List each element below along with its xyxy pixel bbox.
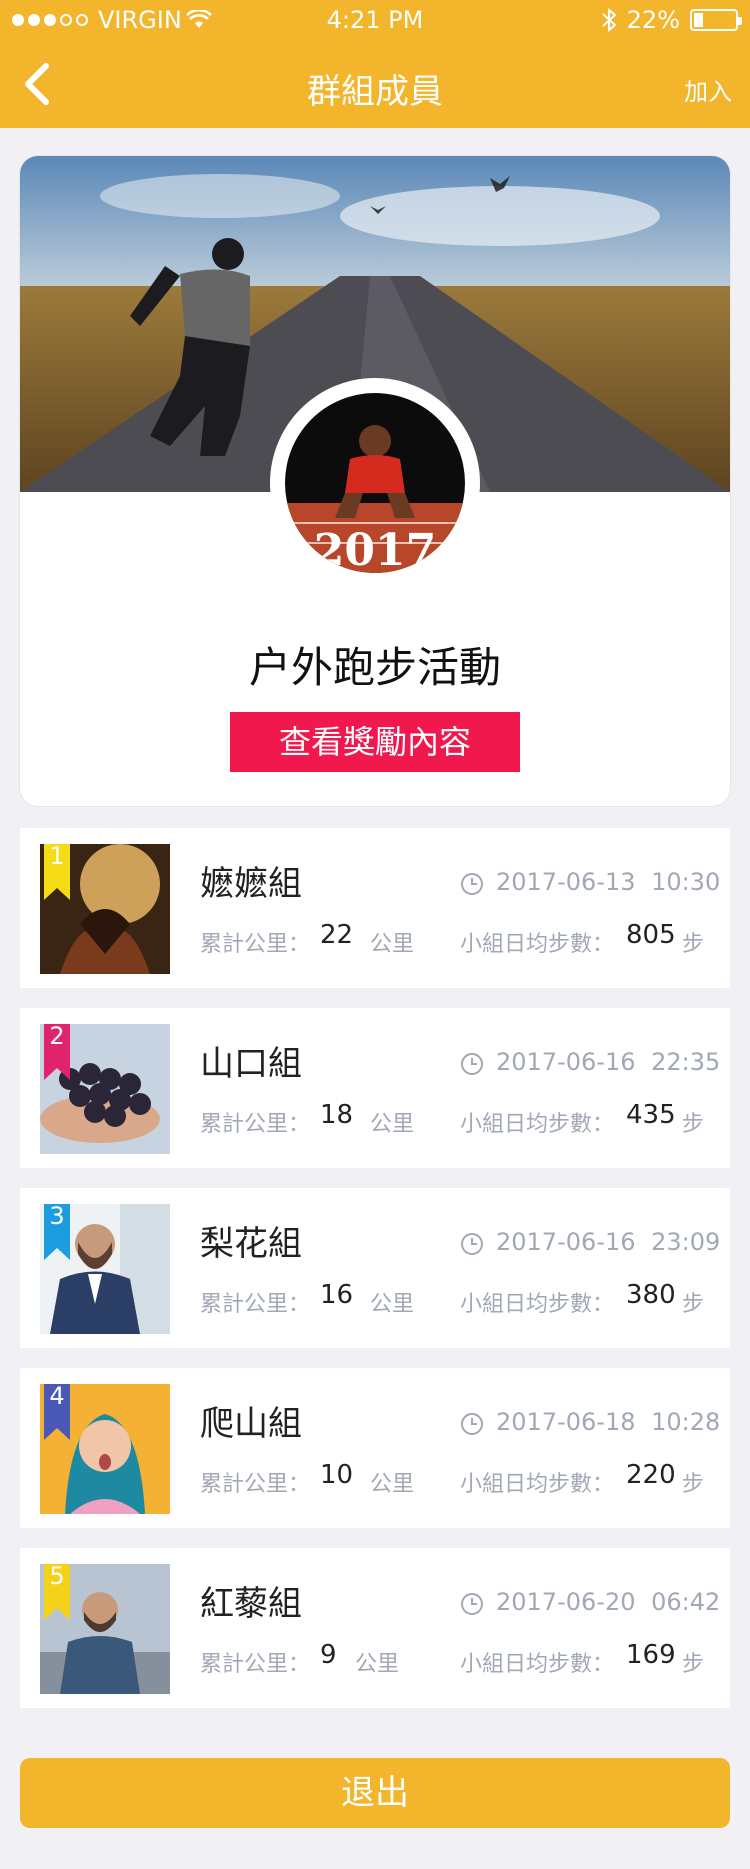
group-avatar[interactable]: 2017 [285,393,465,573]
group-profile-card: 2017 户外跑步活動 查看獎勵內容 [20,156,730,806]
km-label: 累計公里： [200,1112,311,1137]
km-unit: 公里 [370,1292,415,1317]
group-name: 户外跑步活動 [248,643,501,692]
km-value: 10 [320,1460,354,1490]
rank-number: 3 [49,1204,65,1230]
group-thumbnail: 2 [40,1024,170,1154]
km-unit: 公里 [370,932,415,957]
group-list-item[interactable]: 1 嬷嬷組 2017-06-13 10:30 累計公里： 22 公里 小組日均步… [20,828,730,988]
km-value: 9 [320,1640,337,1670]
group-name-label: 紅藜組 [200,1584,302,1624]
bluetooth-icon [601,8,617,32]
group-datetime: 2017-06-13 10:30 [496,868,721,896]
km-label: 累計公里： [200,1652,311,1677]
steps-value: 220 [626,1460,676,1490]
view-rewards-button[interactable]: 查看獎勵內容 [230,712,520,772]
steps-unit: 步 [682,932,705,957]
group-list-item[interactable]: 2 山口組 2017-06-16 22:35 累計公里： 18 公里 小組日均步… [20,1008,730,1168]
steps-value: 380 [626,1280,676,1310]
km-unit: 公里 [370,1112,415,1137]
rank-number: 1 [49,844,65,870]
join-button[interactable]: 加入 [684,72,732,107]
exit-button[interactable]: 退出 [20,1758,730,1828]
status-bar: VIRGIN 4:21 PM 22% [0,0,750,40]
km-unit: 公里 [355,1652,400,1677]
group-thumbnail: 3 [40,1204,170,1334]
steps-label: 小組日均步數： [460,1292,615,1317]
clock-icon [461,1593,483,1615]
group-thumbnail: 5 [40,1564,170,1694]
group-list-item[interactable]: 4 爬山組 2017-06-18 10:28 累計公里： 10 公里 小組日均步… [20,1368,730,1528]
group-name-label: 山口組 [200,1044,302,1084]
group-list-item[interactable]: 5 紅藜組 2017-06-20 06:42 累計公里： 9 公里 小組日均步數… [20,1548,730,1708]
steps-unit: 步 [682,1472,705,1497]
group-datetime: 2017-06-16 22:35 [496,1048,721,1076]
status-right: 22% [601,6,742,34]
top-header: VIRGIN 4:21 PM 22% 群組成員 加入 [0,0,750,128]
group-name-label: 爬山組 [200,1404,302,1444]
steps-unit: 步 [682,1292,705,1317]
steps-label: 小組日均步數： [460,1472,615,1497]
group-name-label: 梨花組 [200,1224,302,1264]
clock-icon [461,1413,483,1435]
group-datetime: 2017-06-20 06:42 [496,1588,721,1616]
steps-value: 435 [626,1100,676,1130]
km-value: 18 [320,1100,354,1130]
rank-number: 2 [49,1024,65,1050]
rank-number: 5 [49,1564,65,1590]
km-label: 累計公里： [200,932,311,957]
group-name-label: 嬷嬷組 [200,864,302,904]
group-thumbnail: 1 [40,844,170,974]
page-title: 群組成員 [307,72,443,112]
group-datetime: 2017-06-18 10:28 [496,1408,721,1436]
group-datetime: 2017-06-16 23:09 [496,1228,721,1256]
km-value: 16 [320,1280,354,1310]
steps-unit: 步 [682,1112,705,1137]
rank-number: 4 [49,1384,65,1410]
steps-label: 小組日均步數： [460,932,615,957]
km-unit: 公里 [370,1472,415,1497]
battery-percent: 22% [626,6,680,34]
km-value: 22 [320,920,354,950]
steps-unit: 步 [682,1652,705,1677]
clock-icon [461,1053,483,1075]
group-thumbnail: 4 [40,1384,170,1514]
steps-value: 169 [626,1640,676,1670]
steps-label: 小組日均步數： [460,1112,615,1137]
group-list-item[interactable]: 3 梨花組 2017-06-16 23:09 累計公里： 16 公里 小組日均步… [20,1188,730,1348]
steps-label: 小組日均步數： [460,1652,615,1677]
battery-icon [690,9,742,31]
km-label: 累計公里： [200,1472,311,1497]
clock-icon [461,873,483,895]
steps-value: 805 [626,920,676,950]
clock-icon [461,1233,483,1255]
km-label: 累計公里： [200,1292,311,1317]
